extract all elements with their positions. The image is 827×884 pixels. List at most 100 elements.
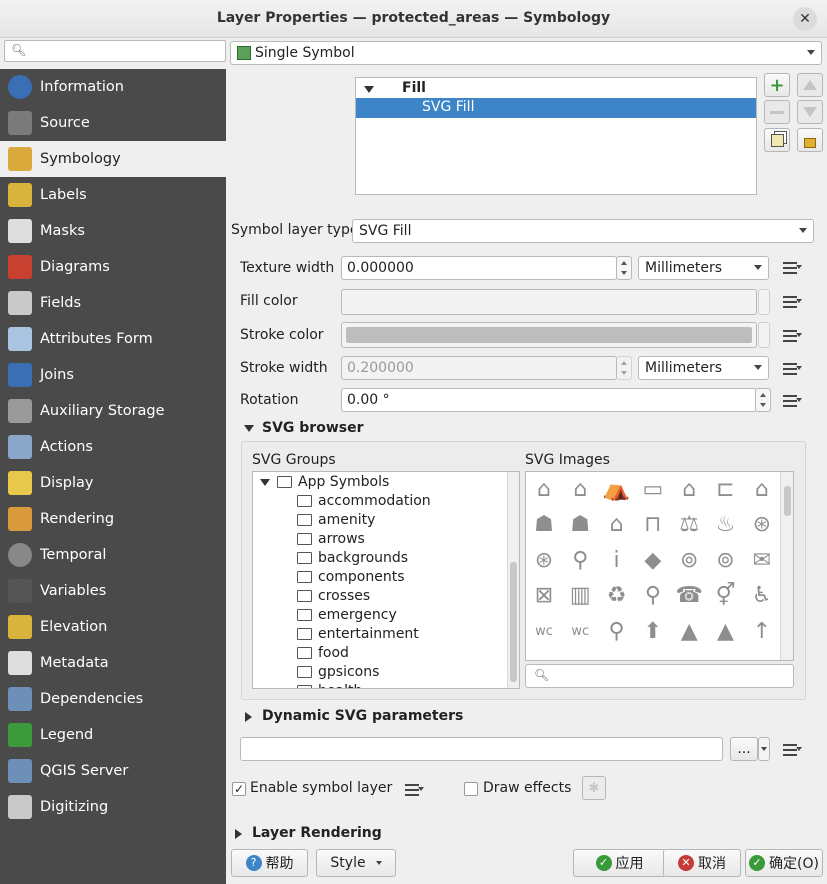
svg-image-thumbnail[interactable]: ⊏ (711, 474, 741, 504)
svg-image-thumbnail[interactable]: ▲ (674, 616, 704, 646)
texture-width-input[interactable]: 0.000000 (341, 256, 617, 280)
tree-item[interactable]: health (297, 681, 362, 688)
sidebar-item-elevation[interactable]: Elevation (0, 609, 226, 645)
sidebar-item-temporal[interactable]: Temporal (0, 537, 226, 573)
svg-image-thumbnail[interactable]: ▲ (711, 616, 741, 646)
sidebar-item-variables[interactable]: Variables (0, 573, 226, 609)
symbol-layer-type-combo[interactable]: SVG Fill (352, 219, 814, 243)
tree-item[interactable]: backgrounds (297, 548, 408, 567)
tree-root-fill[interactable]: Fill (402, 80, 426, 96)
tree-item-svg-fill[interactable]: SVG Fill (356, 98, 756, 118)
data-defined-override-icon[interactable] (780, 327, 802, 345)
svg-image-thumbnail[interactable]: ♨ (711, 510, 741, 540)
sidebar-item-diagrams[interactable]: Diagrams (0, 249, 226, 285)
svg-image-thumbnail[interactable]: ⌂ (747, 474, 777, 504)
sidebar-item-information[interactable]: Information (0, 69, 226, 105)
svg-browser-title[interactable]: SVG browser (262, 420, 364, 436)
svg-image-thumbnail[interactable]: ⌂ (565, 474, 595, 504)
rotation-input[interactable]: 0.00 ° (341, 388, 757, 412)
tree-item[interactable]: amenity (297, 510, 375, 529)
sidebar-item-actions[interactable]: Actions (0, 429, 226, 465)
help-button[interactable]: ? 帮助 (231, 849, 308, 877)
cancel-button[interactable]: ✕ 取消 (663, 849, 741, 877)
svg-image-thumbnail[interactable]: ⊚ (674, 545, 704, 575)
stroke-color-dropdown[interactable] (758, 322, 770, 348)
dynamic-svg-title[interactable]: Dynamic SVG parameters (262, 708, 463, 724)
sidebar-item-qgis-server[interactable]: QGIS Server (0, 753, 226, 789)
texture-width-spinner[interactable] (616, 256, 632, 280)
data-defined-override-icon[interactable] (780, 741, 802, 759)
ok-button[interactable]: ✓ 确定(O) (745, 849, 823, 877)
tree-item[interactable]: gpsicons (297, 662, 379, 681)
effects-button[interactable]: ✱ (582, 776, 606, 800)
sidebar-search-input[interactable]: 🔍︎ (4, 40, 226, 62)
images-scrollbar[interactable] (780, 472, 793, 660)
svg-image-thumbnail[interactable]: i (602, 545, 632, 575)
svg-image-thumbnail[interactable]: ⊓ (638, 510, 668, 540)
texture-width-unit-combo[interactable]: Millimeters (638, 256, 769, 280)
svg-image-thumbnail[interactable]: wc (565, 616, 595, 646)
svg-image-thumbnail[interactable]: wc (529, 616, 559, 646)
data-defined-override-icon[interactable] (780, 392, 802, 410)
svg-image-thumbnail[interactable]: ⛺ (602, 474, 632, 504)
sidebar-item-symbology[interactable]: Symbology (0, 141, 226, 177)
renderer-combo[interactable]: Single Symbol (230, 41, 822, 65)
move-up-button[interactable] (797, 73, 823, 97)
svg-path-input[interactable] (240, 737, 723, 761)
enable-symbol-layer-checkbox[interactable]: ✓ (232, 782, 246, 796)
remove-layer-button[interactable] (764, 100, 790, 124)
symbol-tree[interactable]: Fill SVG Fill (355, 77, 757, 195)
move-down-button[interactable] (797, 100, 823, 124)
sidebar-item-digitizing[interactable]: Digitizing (0, 789, 226, 825)
expand-icon[interactable] (245, 712, 252, 722)
add-layer-button[interactable]: + (764, 73, 790, 97)
sidebar-item-joins[interactable]: Joins (0, 357, 226, 393)
sidebar-item-masks[interactable]: Masks (0, 213, 226, 249)
svg-image-thumbnail[interactable]: ⬆ (638, 616, 668, 646)
svg-image-thumbnail[interactable]: ⊛ (747, 510, 777, 540)
stroke-width-input[interactable]: 0.200000 (341, 356, 617, 380)
expand-icon[interactable] (260, 479, 270, 486)
sidebar-item-display[interactable]: Display (0, 465, 226, 501)
data-defined-override-icon[interactable] (780, 293, 802, 311)
svg-image-thumbnail[interactable]: ✉ (747, 545, 777, 575)
svg-image-thumbnail[interactable]: ♻ (602, 581, 632, 611)
svg-image-thumbnail[interactable]: ☗ (565, 510, 595, 540)
svg-image-thumbnail[interactable]: ☗ (529, 510, 559, 540)
svg-image-thumbnail[interactable]: ⚲ (638, 581, 668, 611)
sidebar-item-attributes-form[interactable]: Attributes Form (0, 321, 226, 357)
stroke-width-spinner[interactable] (616, 356, 632, 380)
svg-image-thumbnail[interactable]: ↑ (747, 616, 777, 646)
apply-button[interactable]: ✓ 应用 (573, 849, 666, 877)
svg-image-thumbnail[interactable]: ▭ (638, 474, 668, 504)
tree-item[interactable]: food (297, 643, 349, 662)
tree-item[interactable]: accommodation (297, 491, 431, 510)
svg-image-thumbnail[interactable]: ⊚ (711, 545, 741, 575)
svg-image-thumbnail[interactable]: ⚲ (602, 616, 632, 646)
svg-image-thumbnail[interactable]: ♿ (747, 581, 777, 611)
svg-images-grid[interactable]: ⌂ ⌂ ⛺ ▭ ⌂ ⊏ ⌂ ☗ ☗ ⌂ ⊓ ⚖ ♨ ⊛ ⊛ ⚲ i ◆ ⊚ ⊚ ✉ ⊠ ▥ ♻ ⚲ ☎ ⚥ ♿ wc wc ⚲ ⬆ ▲ ▲ ↑ (525, 471, 794, 661)
tree-item[interactable]: components (297, 567, 405, 586)
duplicate-layer-button[interactable] (764, 128, 790, 152)
browse-button[interactable]: ... (730, 737, 758, 761)
svg-image-thumbnail[interactable]: ⌂ (602, 510, 632, 540)
expand-icon[interactable] (235, 829, 242, 839)
svg-image-thumbnail[interactable]: ⌂ (674, 474, 704, 504)
svg-image-thumbnail[interactable]: ◆ (638, 545, 668, 575)
svg-filter-input[interactable]: 🔍︎ (525, 664, 794, 688)
svg-image-thumbnail[interactable]: ⊠ (529, 581, 559, 611)
tree-item[interactable]: arrows (297, 529, 365, 548)
sidebar-item-auxiliary-storage[interactable]: Auxiliary Storage (0, 393, 226, 429)
svg-image-thumbnail[interactable]: ⊛ (529, 545, 559, 575)
svg-groups-tree[interactable]: App Symbols accommodation amenity arrows ba… (252, 471, 520, 689)
stroke-color-button[interactable] (341, 322, 757, 348)
sidebar-item-labels[interactable]: Labels (0, 177, 226, 213)
lock-layer-button[interactable] (797, 128, 823, 152)
sidebar-item-fields[interactable]: Fields (0, 285, 226, 321)
svg-image-thumbnail[interactable]: ☎ (674, 581, 704, 611)
rotation-spinner[interactable] (755, 388, 771, 412)
browse-dropdown[interactable] (758, 737, 770, 761)
svg-image-thumbnail[interactable]: ⌂ (529, 474, 559, 504)
expand-icon[interactable] (364, 86, 374, 93)
data-defined-override-icon[interactable] (402, 781, 424, 799)
